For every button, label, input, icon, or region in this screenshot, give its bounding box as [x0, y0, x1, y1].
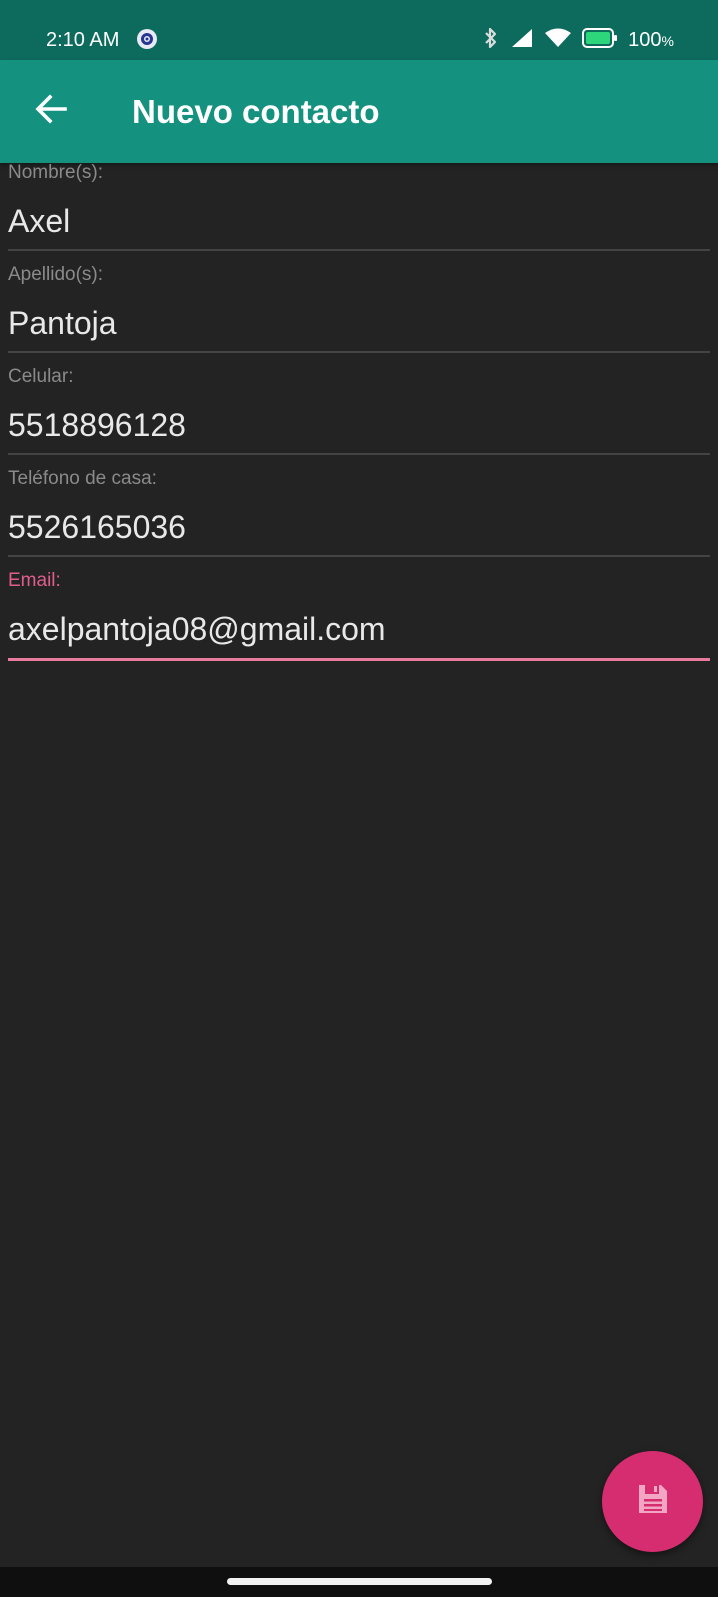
email-underline	[8, 658, 710, 661]
home-phone-label: Teléfono de casa:	[8, 468, 157, 489]
home-indicator[interactable]	[227, 1578, 492, 1585]
battery-level-value: 100	[628, 28, 662, 51]
app-notification-icon	[137, 29, 157, 49]
first-name-underline	[8, 249, 710, 251]
mobile-phone-input[interactable]	[8, 405, 710, 445]
home-phone-field: Teléfono de casa:	[8, 468, 710, 571]
last-name-field: Apellido(s):	[8, 264, 710, 367]
mobile-phone-field: Celular:	[8, 366, 710, 469]
app-bar: Nuevo contacto	[0, 60, 718, 163]
bluetooth-icon	[482, 27, 500, 54]
battery-level-unit: %	[661, 32, 674, 49]
first-name-input[interactable]	[8, 201, 710, 241]
last-name-input[interactable]	[8, 303, 710, 343]
save-icon	[636, 1482, 670, 1521]
signal-icon	[510, 27, 534, 54]
save-button[interactable]	[602, 1451, 703, 1552]
page-title: Nuevo contacto	[132, 93, 380, 130]
mobile-phone-label: Celular:	[8, 366, 74, 387]
home-phone-input[interactable]	[8, 507, 710, 547]
status-time: 2:10 AM	[46, 29, 120, 51]
battery-icon	[582, 27, 618, 54]
status-indicators: 100%	[482, 26, 674, 54]
wifi-icon	[544, 27, 572, 54]
email-label: Email:	[8, 570, 61, 591]
arrow-back-icon	[34, 92, 68, 131]
first-name-field: Nombre(s):	[8, 162, 710, 265]
screen: 2:10 AM 100% Nuevo contacto Nombre(s): A…	[0, 0, 718, 1597]
email-input[interactable]	[8, 609, 710, 649]
last-name-label: Apellido(s):	[8, 264, 104, 285]
back-button[interactable]	[24, 84, 78, 138]
home-phone-underline	[8, 555, 710, 557]
email-field: Email:	[8, 570, 710, 673]
navigation-bar	[0, 1567, 718, 1597]
last-name-underline	[8, 351, 710, 353]
mobile-phone-underline	[8, 453, 710, 455]
first-name-label: Nombre(s):	[8, 162, 104, 183]
status-bar: 2:10 AM 100%	[0, 0, 718, 60]
battery-level: 100%	[628, 26, 674, 55]
